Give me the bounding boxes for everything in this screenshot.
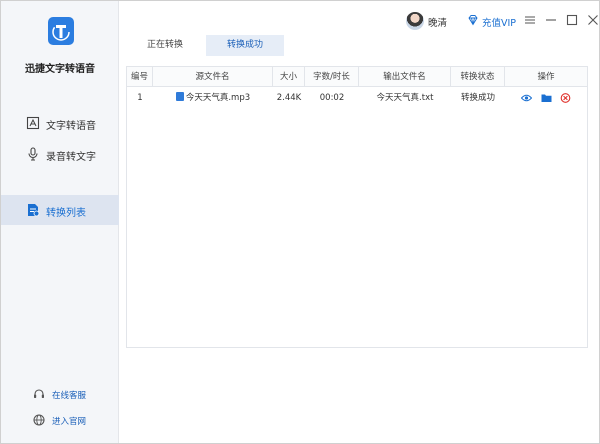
official-site-label: 进入官网: [52, 417, 87, 427]
maximize-icon[interactable]: [566, 14, 578, 26]
column-header: 字数/时长: [305, 67, 359, 87]
sidebar: 迅捷文字转语音 文字转语音 录音转文字 转换列表 在线客服 进入官网: [1, 1, 119, 443]
online-support-link[interactable]: 在线客服: [1, 385, 119, 405]
column-header: 源文件名: [153, 67, 273, 87]
minimize-icon[interactable]: [545, 14, 557, 26]
column-header: 输出文件名: [359, 67, 451, 87]
folder-icon[interactable]: [541, 93, 552, 103]
menu-icon[interactable]: [524, 14, 536, 26]
sidebar-item-text-to-speech[interactable]: 文字转语音: [1, 108, 119, 138]
sidebar-item-speech-to-text[interactable]: 录音转文字: [1, 139, 119, 169]
user-name[interactable]: 晚清: [428, 15, 447, 29]
row-index: 1: [137, 93, 143, 103]
audio-file-icon: [175, 92, 184, 101]
app-name: 迅捷文字转语音: [25, 64, 95, 75]
eye-icon[interactable]: [521, 93, 532, 103]
column-header: 操作: [537, 72, 555, 82]
column-header: 编号: [127, 67, 153, 87]
file-size: 2.44K: [276, 93, 302, 103]
avatar[interactable]: [406, 12, 424, 30]
recharge-vip-button[interactable]: 充值VIP: [482, 15, 516, 29]
table-row: 1 今天天气真.mp3 2.44K 00:02 今天天气真.txt 转换成功: [127, 88, 587, 108]
column-header: 大小: [273, 67, 305, 87]
app-logo-icon: [48, 17, 74, 45]
conversion-table: 编号 源文件名 大小 字数/时长 输出文件名 转换状态 操作 1 今天天气真.m…: [126, 66, 588, 348]
close-icon[interactable]: [587, 14, 599, 26]
text-doc-icon: [26, 116, 40, 130]
sidebar-item-convert-list[interactable]: 转换列表: [1, 195, 119, 225]
official-site-link[interactable]: 进入官网: [1, 411, 119, 431]
title-bar: 晚清 充值VIP: [120, 1, 600, 39]
tab-converted[interactable]: 转换成功: [206, 35, 284, 56]
sidebar-item-label: 录音转文字: [46, 152, 96, 163]
sidebar-item-label: 转换列表: [46, 208, 86, 219]
tab-converting[interactable]: 正在转换: [126, 35, 204, 56]
convert-list-icon: [28, 204, 40, 217]
delete-icon[interactable]: [560, 93, 571, 103]
tab-bar: 正在转换 转换成功: [126, 35, 588, 56]
microphone-icon: [28, 147, 38, 161]
online-support-label: 在线客服: [52, 391, 87, 401]
status: 转换成功: [460, 93, 495, 103]
sidebar-item-label: 文字转语音: [46, 121, 96, 132]
app-window: 迅捷文字转语音 文字转语音 录音转文字 转换列表 在线客服 进入官网 晚清 充值…: [0, 0, 600, 444]
vip-diamond-icon[interactable]: [467, 14, 479, 26]
table-header: 编号 源文件名 大小 字数/时长 输出文件名 转换状态 操作: [127, 67, 587, 87]
headset-icon: [34, 389, 44, 398]
duration: 00:02: [319, 93, 345, 103]
globe-icon: [33, 414, 45, 426]
column-header: 转换状态: [451, 67, 505, 87]
source-file-name: 今天天气真.mp3: [185, 93, 251, 103]
output-file-name: 今天天气真.txt: [376, 93, 434, 103]
source-file-cell: 今天天气真.mp3: [153, 88, 273, 108]
